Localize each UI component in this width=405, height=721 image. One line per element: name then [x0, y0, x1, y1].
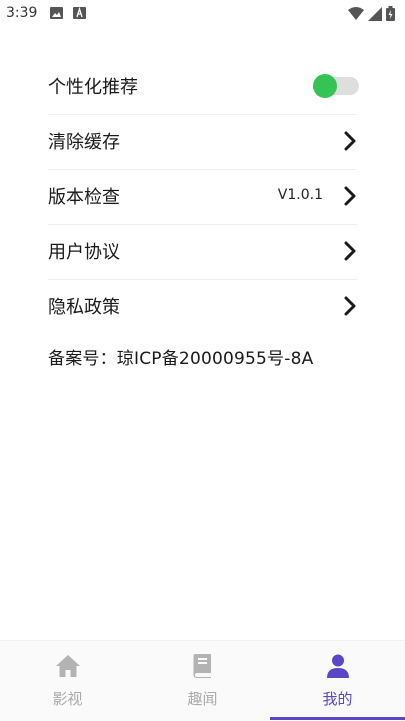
nav-item-stories[interactable]: 趣闻 [135, 641, 270, 721]
bottom-nav: 影视 趣闻 我的 [0, 640, 405, 721]
setting-user-agreement[interactable]: 用户协议 [48, 225, 357, 280]
setting-version-check[interactable]: 版本检查 V1.0.1 [48, 170, 357, 225]
chevron-right-icon [344, 186, 356, 206]
signal-icon [368, 6, 382, 21]
nav-item-mine[interactable]: 我的 [270, 641, 405, 721]
setting-clear-cache[interactable]: 清除缓存 [48, 115, 357, 170]
setting-label: 隐私政策 [48, 297, 120, 318]
setting-personalized-recommendation: 个性化推荐 [48, 60, 359, 115]
nav-label: 影视 [52, 690, 83, 708]
setting-label: 清除缓存 [48, 132, 120, 153]
chevron-right-icon [344, 241, 356, 261]
status-time: 3:39 [6, 5, 38, 21]
status-bar: 3:39 [0, 0, 405, 28]
settings-list: 个性化推荐 清除缓存 版本检查 V1.0.1 用户协议 隐私政策 [0, 60, 405, 334]
status-right-icons [348, 6, 395, 21]
record-number: 备案号：琼ICP备20000955号-8A [48, 349, 314, 369]
nav-item-videos[interactable]: 影视 [0, 641, 135, 721]
app-notification-icon [73, 7, 86, 19]
nav-label: 趣闻 [187, 690, 218, 708]
wifi-icon [348, 6, 364, 20]
toggle-knob [313, 74, 337, 98]
setting-label: 版本检查 [48, 187, 120, 208]
chevron-right-icon [344, 131, 356, 151]
version-value: V1.0.1 [277, 187, 323, 203]
home-icon [56, 655, 80, 677]
setting-label: 用户协议 [48, 242, 120, 263]
person-icon [327, 654, 349, 678]
chevron-right-icon [344, 296, 356, 316]
setting-privacy-policy[interactable]: 隐私政策 [48, 280, 357, 334]
image-notification-icon [50, 7, 63, 19]
nav-label: 我的 [322, 690, 353, 708]
battery-icon [386, 6, 395, 21]
setting-label: 个性化推荐 [48, 77, 138, 98]
personalized-toggle[interactable] [313, 74, 361, 98]
status-left-icons [50, 7, 86, 19]
book-icon [193, 654, 211, 678]
